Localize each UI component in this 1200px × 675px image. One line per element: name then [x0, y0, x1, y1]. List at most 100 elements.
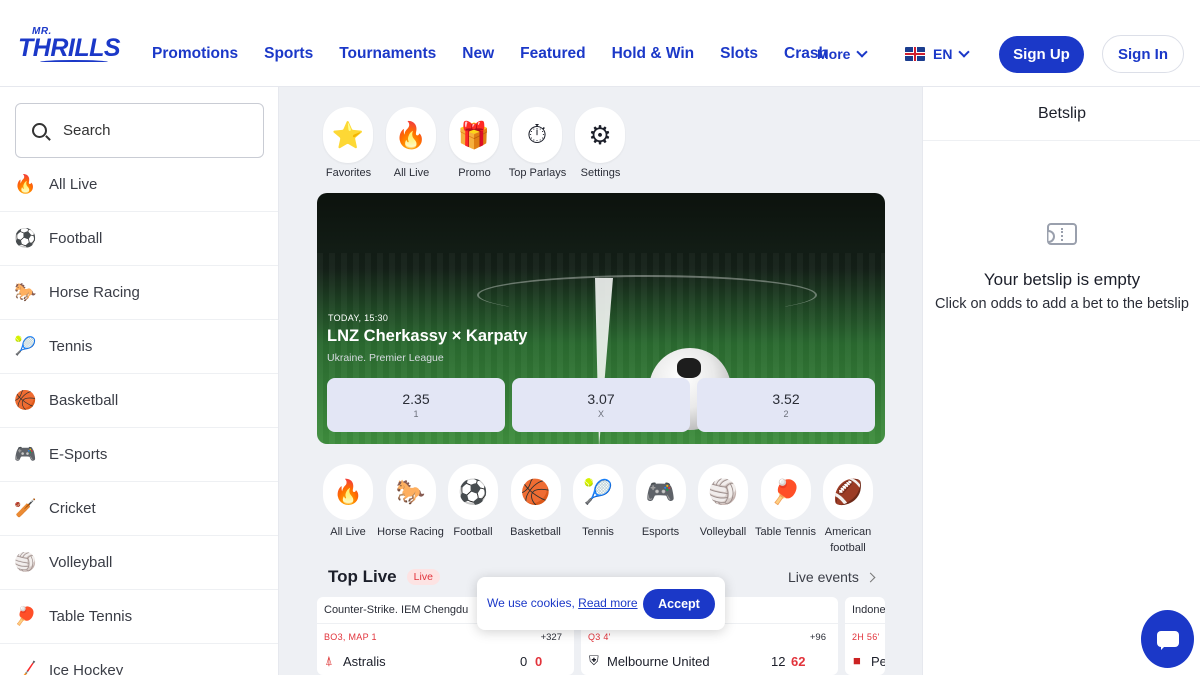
search-input[interactable]: Search [15, 103, 264, 158]
sidebar-item-label: Football [49, 230, 103, 247]
event-status: Q3 4' [588, 632, 611, 642]
chat-bubble-icon [1156, 631, 1179, 650]
sport-label: Football [453, 526, 493, 538]
gamepad-icon: 🎮 [635, 464, 686, 520]
site-logo[interactable]: MR. THRILLS [18, 26, 121, 68]
sidebar-item-cricket[interactable]: 🏏 Cricket [0, 482, 278, 536]
main-nav: Promotions Sports Tournaments New Featur… [152, 44, 854, 64]
odds-button-away[interactable]: 3.52 2 [697, 378, 875, 432]
match-title: LNZ Cherkassy × Karpaty [327, 327, 528, 345]
sidebar-item-label: Volleyball [49, 554, 113, 571]
tennis-ball-icon: 🎾 [573, 464, 623, 520]
language-code: EN [933, 46, 953, 62]
quick-label: Favorites [325, 167, 372, 179]
quick-all-live[interactable]: 🔥 All Live [386, 107, 437, 179]
sport-football[interactable]: ⚽ Football [448, 464, 498, 556]
live-badge: Live [406, 569, 440, 585]
quick-label: Top Parlays [508, 167, 567, 179]
nav-featured[interactable]: Featured [520, 44, 585, 64]
sport-esports[interactable]: 🎮 Esports [635, 464, 686, 556]
nav-sports[interactable]: Sports [264, 44, 313, 64]
volleyball-icon: 🏐 [698, 464, 748, 520]
basketball-icon: 🏀 [510, 464, 561, 520]
sidebar-item-tennis[interactable]: 🎾 Tennis [0, 320, 278, 374]
sidebar-item-ice-hockey[interactable]: 🏒 Ice Hockey [0, 644, 278, 675]
odds-row: 2.35 1 3.07 X 3.52 2 [327, 378, 882, 432]
sign-up-button[interactable]: Sign Up [999, 36, 1084, 73]
sport-volleyball[interactable]: 🏐 Volleyball [698, 464, 748, 556]
quick-promo[interactable]: 🎁 Promo [449, 107, 500, 179]
uk-flag-icon [905, 47, 925, 61]
cookie-message: We use cookies, [487, 596, 575, 610]
quick-links: ⭐ Favorites 🔥 All Live 🎁 Promo ⏱ Top Parlays… [323, 107, 638, 179]
odds-value: 3.52 [772, 391, 800, 407]
team-name: Astralis [343, 654, 386, 669]
logo-swoosh [40, 60, 108, 64]
sidebar-item-horse-racing[interactable]: 🐎 Horse Racing [0, 266, 278, 320]
sidebar-item-basketball[interactable]: 🏀 Basketball [0, 374, 278, 428]
sport-tennis[interactable]: 🎾 Tennis [573, 464, 623, 556]
sidebar-item-label: Tennis [49, 338, 93, 355]
section-title: Top Live [328, 567, 397, 586]
featured-match-banner[interactable]: TODAY, 15:30 LNZ Cherkassy × Karpaty Ukr… [317, 193, 885, 444]
language-selector[interactable]: EN [905, 44, 971, 64]
nav-more[interactable]: More [817, 44, 869, 64]
odds-value: 2.35 [402, 391, 430, 407]
cookie-text: We use cookies, Read more [487, 596, 638, 610]
card-divider [845, 623, 885, 624]
horse-icon: 🐎 [14, 282, 37, 302]
gift-icon: 🎁 [449, 107, 499, 163]
basketball-icon: 🏀 [14, 390, 37, 410]
cricket-icon: 🏏 [14, 498, 37, 518]
live-events-link[interactable]: Live events [788, 569, 876, 585]
soccer-ball-icon: ⚽ [14, 228, 37, 248]
sport-all-live[interactable]: 🔥 All Live [323, 464, 373, 556]
betslip-empty-title: Your betslip is empty [983, 270, 1141, 289]
american-football-icon: 🏈 [823, 464, 873, 520]
quick-label: Settings [580, 167, 621, 179]
top-header: MR. THRILLS Promotions Sports Tournament… [0, 0, 1200, 87]
sidebar-item-football[interactable]: ⚽ Football [0, 212, 278, 266]
ping-pong-icon: 🏓 [14, 606, 37, 626]
fire-icon: 🔥 [14, 174, 37, 194]
ping-pong-icon: 🏓 [760, 464, 811, 520]
nav-new[interactable]: New [462, 44, 494, 64]
nav-slots[interactable]: Slots [720, 44, 758, 64]
quick-settings[interactable]: ⚙ Settings [575, 107, 626, 179]
sport-label: Volleyball [699, 526, 747, 538]
quick-favorites[interactable]: ⭐ Favorites [323, 107, 374, 179]
top-live-header: Top Live Live [328, 567, 440, 587]
sport-horse-racing[interactable]: 🐎 Horse Racing [377, 464, 444, 556]
odds-value: 3.07 [587, 391, 615, 407]
quick-top-parlays[interactable]: ⏱ Top Parlays [509, 107, 566, 179]
sidebar-item-label: E-Sports [49, 446, 108, 463]
sport-table-tennis[interactable]: 🏓 Table Tennis [755, 464, 816, 556]
read-more-link[interactable]: Read more [578, 596, 637, 610]
odds-button-home[interactable]: 2.35 1 [327, 378, 505, 432]
sidebar-item-label: All Live [49, 176, 98, 193]
sidebar-item-label: Ice Hockey [49, 662, 124, 675]
nav-tournaments[interactable]: Tournaments [339, 44, 436, 64]
nav-hold-and-win[interactable]: Hold & Win [612, 44, 695, 64]
sign-in-button[interactable]: Sign In [1102, 35, 1184, 73]
search-icon [32, 123, 47, 138]
sport-american-football[interactable]: 🏈 American football [823, 464, 873, 556]
markets-count[interactable]: +96 [810, 632, 826, 643]
sidebar-item-label: Cricket [49, 500, 96, 517]
odds-button-draw[interactable]: 3.07 X [512, 378, 690, 432]
sidebar-item-table-tennis[interactable]: 🏓 Table Tennis [0, 590, 278, 644]
sport-basketball[interactable]: 🏀 Basketball [510, 464, 561, 556]
live-chat-button[interactable] [1141, 610, 1194, 668]
sidebar-item-label: Horse Racing [49, 284, 140, 301]
live-event-card[interactable]: Indones 2H 56' ■ Pe [845, 597, 885, 675]
match-time: TODAY, 15:30 [328, 313, 389, 323]
sidebar-item-e-sports[interactable]: 🎮 E-Sports [0, 428, 278, 482]
accept-cookies-button[interactable]: Accept [643, 589, 715, 619]
markets-count[interactable]: +327 [541, 632, 562, 643]
gamepad-icon: 🎮 [14, 444, 37, 464]
team-logo-icon: ⍋ [325, 653, 333, 668]
nav-promotions[interactable]: Promotions [152, 44, 238, 64]
sidebar-item-all-live[interactable]: 🔥 All Live [0, 158, 278, 212]
sidebar-item-volleyball[interactable]: 🏐 Volleyball [0, 536, 278, 590]
odds-key: 1 [413, 409, 419, 419]
